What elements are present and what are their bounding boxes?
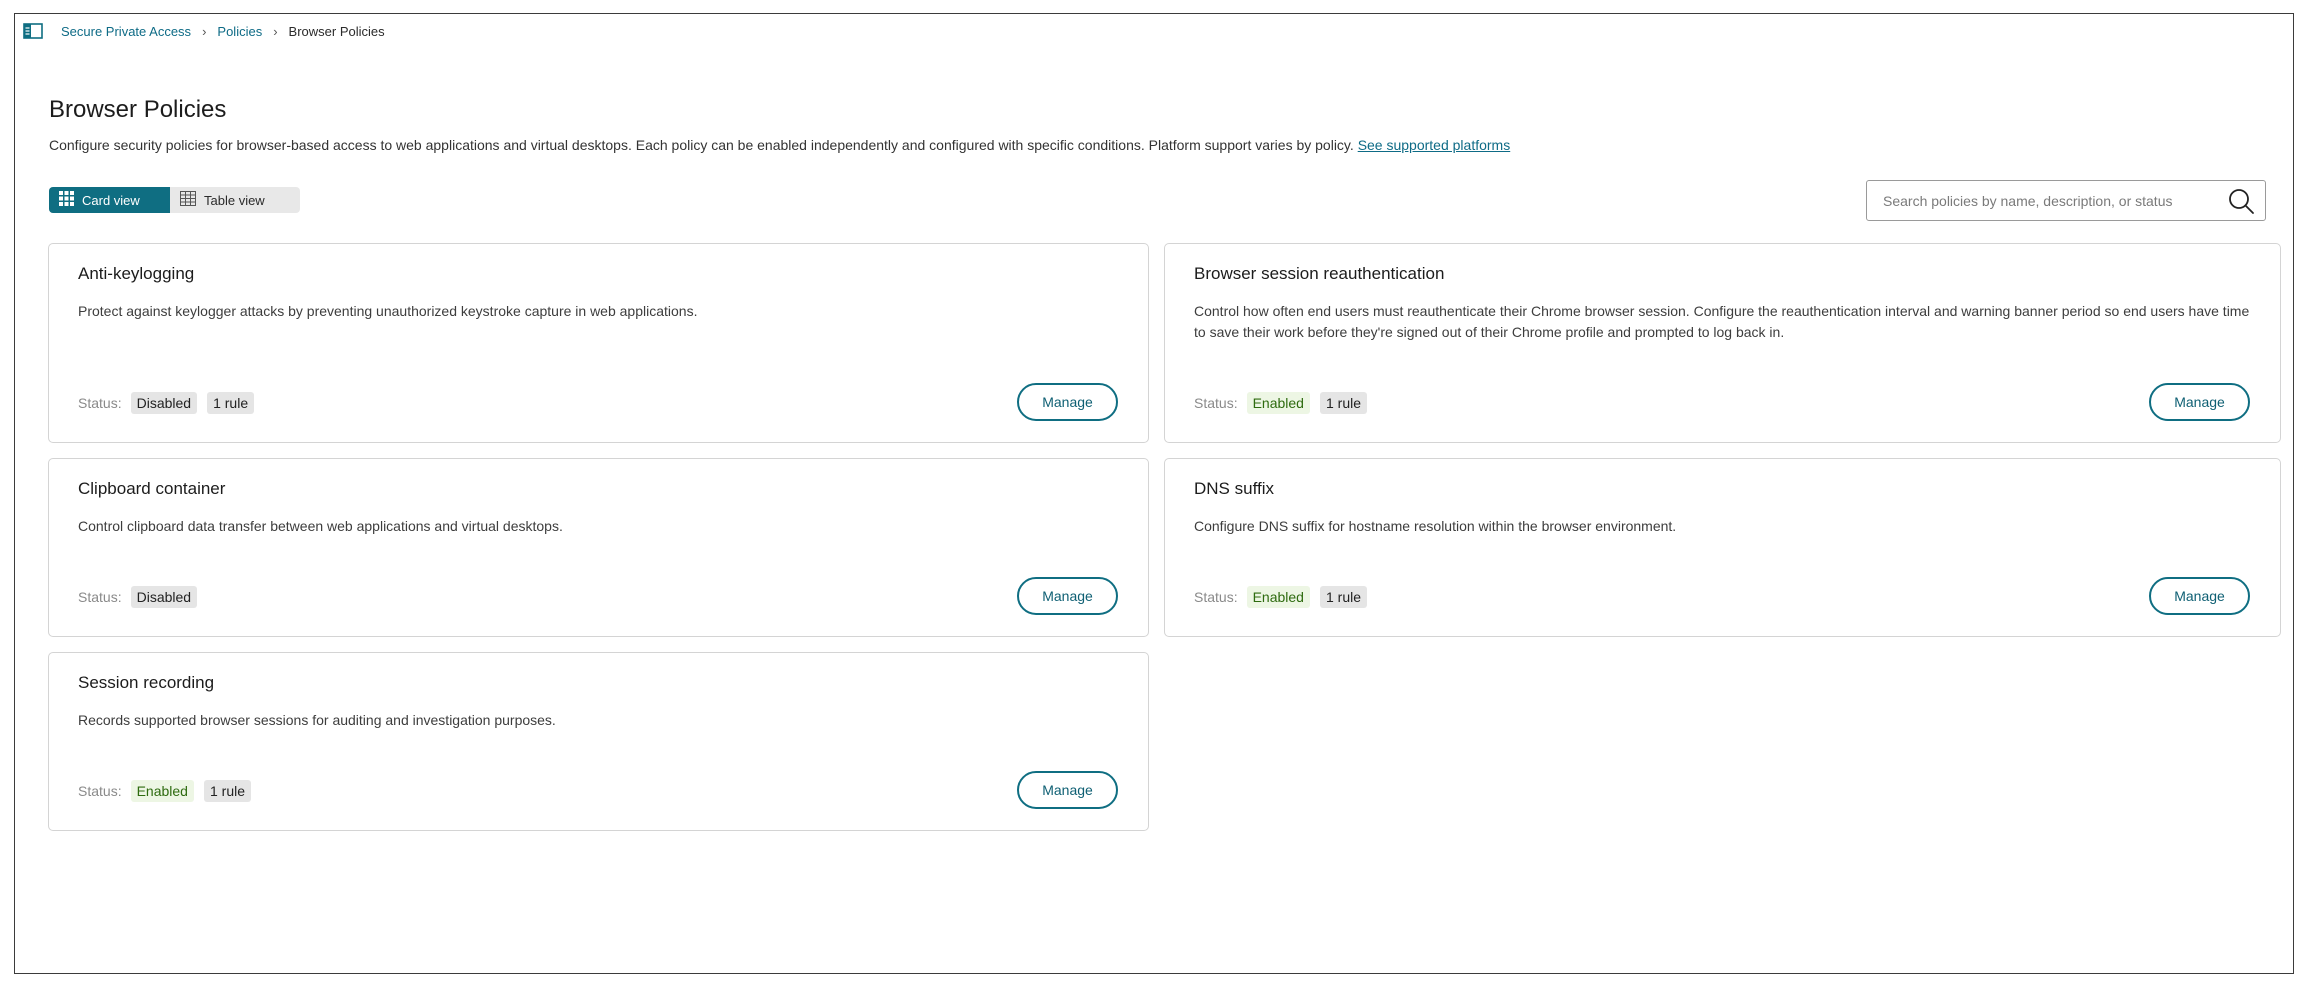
table-view-label: Table view — [204, 192, 265, 208]
policy-card-browser-session-reauthentication: Browser session reauthentication Control… — [1164, 243, 2281, 443]
manage-button[interactable]: Manage — [2149, 577, 2250, 615]
rules-badge: 1 rule — [1319, 392, 1368, 414]
manage-button[interactable]: Manage — [1017, 383, 1118, 421]
status-badge: Enabled — [130, 780, 194, 802]
card-description: Records supported browser sessions for a… — [78, 712, 556, 728]
status-badge: Disabled — [130, 586, 198, 608]
breadcrumb: Secure Private Access › Policies › Brows… — [23, 20, 385, 42]
search-input[interactable] — [1883, 192, 2227, 209]
card-status: Status: Disabled — [78, 586, 207, 608]
breadcrumb-current: Browser Policies — [288, 23, 385, 39]
table-icon — [180, 191, 196, 209]
card-description: Protect against keylogger attacks by pre… — [78, 303, 698, 319]
card-status: Status: Enabled 1 rule — [78, 780, 261, 802]
breadcrumb-separator: › — [273, 23, 278, 39]
card-status: Status: Disabled 1 rule — [78, 392, 264, 414]
card-title: Clipboard container — [78, 479, 226, 498]
policy-card-anti-keylogging: Anti-keylogging Protect against keylogge… — [48, 243, 1149, 443]
status-label: Status: — [78, 395, 122, 411]
card-description: Control clipboard data transfer between … — [78, 518, 563, 534]
app-frame: Secure Private Access › Policies › Brows… — [14, 13, 2294, 974]
manage-button[interactable]: Manage — [1017, 771, 1118, 809]
breadcrumb-separator: › — [202, 23, 207, 39]
rules-badge: 1 rule — [207, 392, 255, 414]
status-label: Status: — [1194, 395, 1238, 411]
view-toggle: Card view Table view — [49, 187, 300, 213]
card-description: Control how often end users must reauthe… — [1194, 303, 2250, 340]
page-description: Configure security policies for browser-… — [49, 137, 1510, 153]
card-title: Browser session reauthentication — [1194, 264, 1445, 283]
card-status: Status: Enabled 1 rule — [1194, 586, 1377, 608]
status-badge: Disabled — [130, 392, 198, 414]
policy-card-clipboard-container: Clipboard container Control clipboard da… — [48, 458, 1149, 637]
rules-badge: 1 rule — [1319, 586, 1368, 608]
table-view-button[interactable]: Table view — [170, 187, 300, 213]
breadcrumb-policies[interactable]: Policies — [217, 24, 262, 39]
card-view-button[interactable]: Card view — [49, 187, 170, 213]
page-description-text: Configure security policies for browser-… — [49, 137, 1354, 153]
status-badge: Enabled — [1246, 392, 1310, 414]
card-view-label: Card view — [82, 192, 140, 208]
card-description: Configure DNS suffix for hostname resolu… — [1194, 518, 1677, 534]
status-label: Status: — [78, 589, 122, 605]
page-title: Browser Policies — [49, 96, 227, 123]
supported-platforms-link[interactable]: See supported platforms — [1358, 137, 1511, 153]
card-title: DNS suffix — [1194, 479, 1274, 498]
card-status: Status: Enabled 1 rule — [1194, 392, 1377, 414]
breadcrumb-secure-private-access[interactable]: Secure Private Access — [61, 24, 191, 39]
grid-icon — [59, 191, 74, 209]
rules-badge: 1 rule — [203, 780, 252, 802]
search-box — [1866, 180, 2266, 221]
manage-button[interactable]: Manage — [1017, 577, 1118, 615]
status-label: Status: — [78, 783, 122, 799]
manage-button[interactable]: Manage — [2149, 383, 2250, 421]
search-icon[interactable] — [2227, 187, 2255, 215]
card-title: Anti-keylogging — [78, 264, 195, 283]
policy-card-session-recording: Session recording Records supported brow… — [48, 652, 1149, 831]
sidebar-toggle-icon[interactable] — [23, 23, 43, 39]
status-badge: Enabled — [1246, 586, 1310, 608]
card-title: Session recording — [78, 673, 215, 692]
status-label: Status: — [1194, 589, 1238, 605]
policy-card-dns-suffix: DNS suffix Configure DNS suffix for host… — [1164, 458, 2281, 637]
